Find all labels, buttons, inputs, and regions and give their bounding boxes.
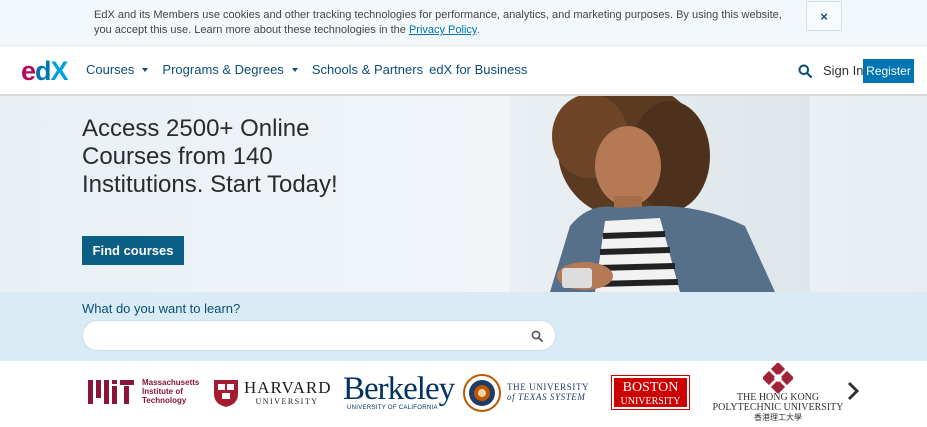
cookie-banner: EdX and its Members use cookies and othe… xyxy=(0,0,927,46)
berkeley-logo[interactable]: Berkeley UNIVERSITY OF CALIFORNIA xyxy=(343,373,455,413)
search-section: What do you want to learn? xyxy=(0,292,927,361)
chevron-down-icon xyxy=(142,67,149,72)
nav-schools-partners[interactable]: Schools & Partners xyxy=(312,62,423,77)
boston-university-logo[interactable]: BOSTON UNIVERSITY xyxy=(611,375,690,410)
site-header: edX Courses Programs & Degrees Schools &… xyxy=(0,46,927,96)
find-courses-button[interactable]: Find courses xyxy=(82,236,184,265)
mit-mark-icon xyxy=(88,380,134,404)
hero-title: Access 2500+ Online Courses from 140 Ins… xyxy=(82,115,338,198)
polyu-emblem-icon xyxy=(763,363,793,393)
partner-logos: Massachusetts Institute of Technology HARV… xyxy=(0,361,927,427)
hero-student-photo xyxy=(510,96,810,292)
search-icon[interactable] xyxy=(531,330,543,342)
course-search-input[interactable] xyxy=(82,320,556,351)
search-label: What do you want to learn? xyxy=(82,301,241,316)
nav-programs-degrees[interactable]: Programs & Degrees xyxy=(162,62,298,77)
privacy-policy-link[interactable]: Privacy Policy xyxy=(409,24,477,36)
hong-kong-polyu-logo[interactable]: THE HONG KONG POLYTECHNIC UNIVERSITY 香港理… xyxy=(712,363,844,423)
cookie-text: EdX and its Members use cookies and othe… xyxy=(94,9,782,36)
register-button[interactable]: Register xyxy=(863,59,914,83)
nav-edx-for-business[interactable]: edX for Business xyxy=(429,62,527,77)
chevron-down-icon xyxy=(291,67,298,72)
main-nav: Courses Programs & Degrees Schools & Par… xyxy=(86,62,527,77)
close-icon[interactable]: × xyxy=(806,1,842,31)
search-icon[interactable] xyxy=(798,64,812,78)
harvard-logo[interactable]: HARVARD UNIVERSITY xyxy=(213,378,333,410)
edx-logo[interactable]: edX xyxy=(21,56,69,86)
harvard-shield-icon xyxy=(214,380,238,407)
mit-logo[interactable]: Massachusetts Institute of Technology xyxy=(86,378,206,408)
sign-in-link[interactable]: Sign In xyxy=(823,63,863,78)
hero-banner: Access 2500+ Online Courses from 140 Ins… xyxy=(0,96,927,292)
chevron-right-icon[interactable] xyxy=(845,381,861,401)
ut-seal-icon xyxy=(463,374,501,412)
nav-courses[interactable]: Courses xyxy=(86,62,149,77)
ut-system-logo[interactable]: THE UNIVERSITY of TEXAS SYSTEM xyxy=(463,374,593,412)
